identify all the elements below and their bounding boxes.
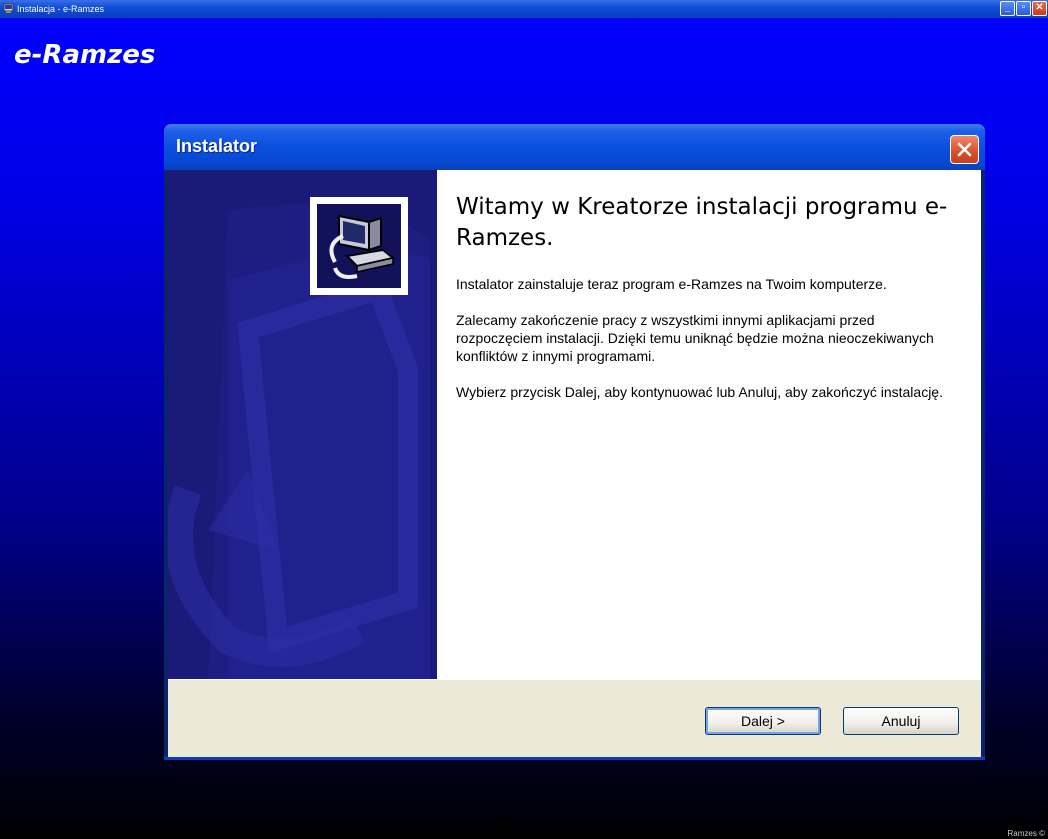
recommendation-paragraph: Zalecamy zakończenie pracy z wszystkimi … <box>456 312 934 364</box>
outer-titlebar[interactable]: Instalacja - e-Ramzes _ ▫ ✕ <box>0 0 1048 18</box>
outer-window-controls: _ ▫ ✕ <box>1000 1 1047 16</box>
welcome-heading: Witamy w Kreatorze instalacji programu e… <box>456 194 948 251</box>
wizard-content: Witamy w Kreatorze instalacji programu e… <box>456 192 956 419</box>
restore-button[interactable]: ▫ <box>1016 1 1031 16</box>
intro-paragraph: Instalator zainstaluje teraz program e-R… <box>456 276 887 292</box>
outer-close-button[interactable]: ✕ <box>1032 1 1047 16</box>
dialog-title: Instalator <box>176 136 258 156</box>
dialog-titlebar[interactable]: Instalator <box>164 124 985 170</box>
brand-logo-text: e-Ramzes <box>14 40 156 70</box>
install-icon-frame <box>310 197 408 295</box>
installer-app-icon <box>3 3 14 13</box>
outer-window-title: Instalacja - e-Ramzes <box>17 4 105 14</box>
next-button[interactable]: Dalej > <box>705 707 821 735</box>
corner-credit: Ramzes © <box>1007 829 1045 838</box>
dialog-close-button[interactable] <box>950 135 979 164</box>
installer-dialog: Instalator Witamy w Kreatorze instalacji… <box>164 124 985 760</box>
computer-install-icon <box>317 204 401 288</box>
dialog-footer: Dalej > Anuluj <box>168 679 981 758</box>
minimize-button[interactable]: _ <box>1000 1 1015 16</box>
wizard-banner <box>168 170 437 679</box>
cancel-button[interactable]: Anuluj <box>843 707 959 735</box>
dialog-body: Witamy w Kreatorze instalacji programu e… <box>168 170 981 679</box>
dialog-bottom-border <box>164 757 985 760</box>
close-icon <box>957 142 972 157</box>
instruction-paragraph: Wybierz przycisk Dalej, aby kontynuować … <box>456 384 943 400</box>
